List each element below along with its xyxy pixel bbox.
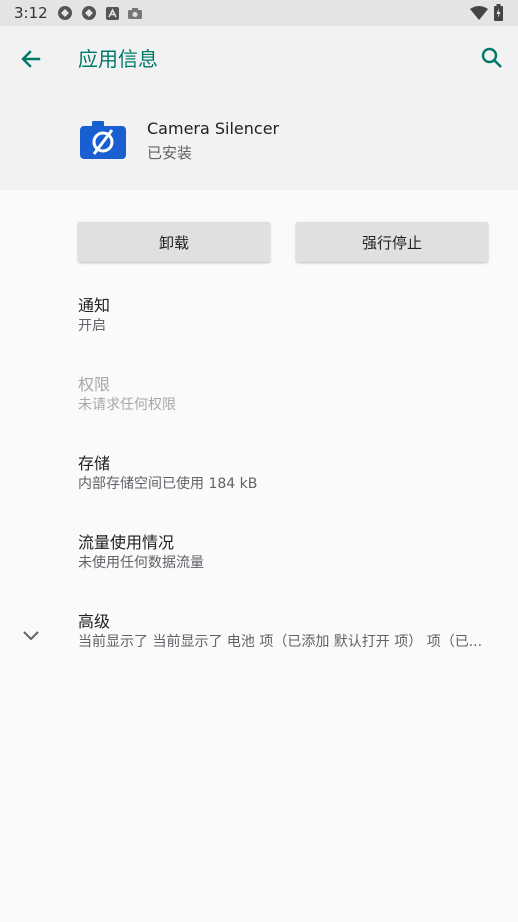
- search-icon[interactable]: [478, 44, 506, 72]
- list-item-notifications[interactable]: 通知 开启: [0, 292, 518, 362]
- item-title: 权限: [78, 375, 111, 394]
- app-install-status: 已安装: [147, 144, 193, 162]
- list-item-advanced[interactable]: 高级 当前显示了 当前显示了 电池 项（已添加 默认打开 项） 项（已...: [0, 608, 518, 678]
- item-title: 通知: [78, 296, 111, 315]
- chevron-down-icon: [23, 631, 39, 641]
- item-title: 流量使用情况: [78, 533, 175, 552]
- item-title: 存储: [78, 454, 111, 473]
- item-summary: 当前显示了 当前显示了 电池 项（已添加 默认打开 项） 项（已...: [78, 634, 483, 650]
- status-time: 3:12: [14, 4, 48, 22]
- item-summary: 未请求任何权限: [78, 397, 176, 413]
- battery-icon: [494, 4, 503, 21]
- item-summary: 未使用任何数据流量: [78, 555, 204, 571]
- app-header: 应用信息 Camera Silencer 已安装: [0, 26, 518, 190]
- item-summary: 开启: [78, 318, 106, 334]
- item-title: 高级: [78, 612, 111, 631]
- wifi-icon: [470, 6, 488, 20]
- uninstall-button[interactable]: 卸载: [78, 222, 270, 262]
- list-item-permissions: 权限 未请求任何权限: [0, 371, 518, 441]
- arrow-back-icon[interactable]: [16, 44, 46, 74]
- force-stop-button[interactable]: 强行停止: [296, 222, 488, 262]
- camera-off-icon: [80, 121, 126, 159]
- sync-icon: [82, 6, 96, 20]
- app-name: Camera Silencer: [147, 119, 280, 138]
- status-bar: 3:12: [0, 0, 518, 26]
- a-icon: [106, 7, 119, 20]
- page-title: 应用信息: [78, 47, 158, 71]
- item-summary: 内部存储空间已使用 184 kB: [78, 476, 258, 492]
- list-item-data-usage[interactable]: 流量使用情况 未使用任何数据流量: [0, 529, 518, 599]
- list-item-storage[interactable]: 存储 内部存储空间已使用 184 kB: [0, 450, 518, 520]
- sync-icon: [58, 6, 72, 20]
- camera-icon: [128, 8, 142, 19]
